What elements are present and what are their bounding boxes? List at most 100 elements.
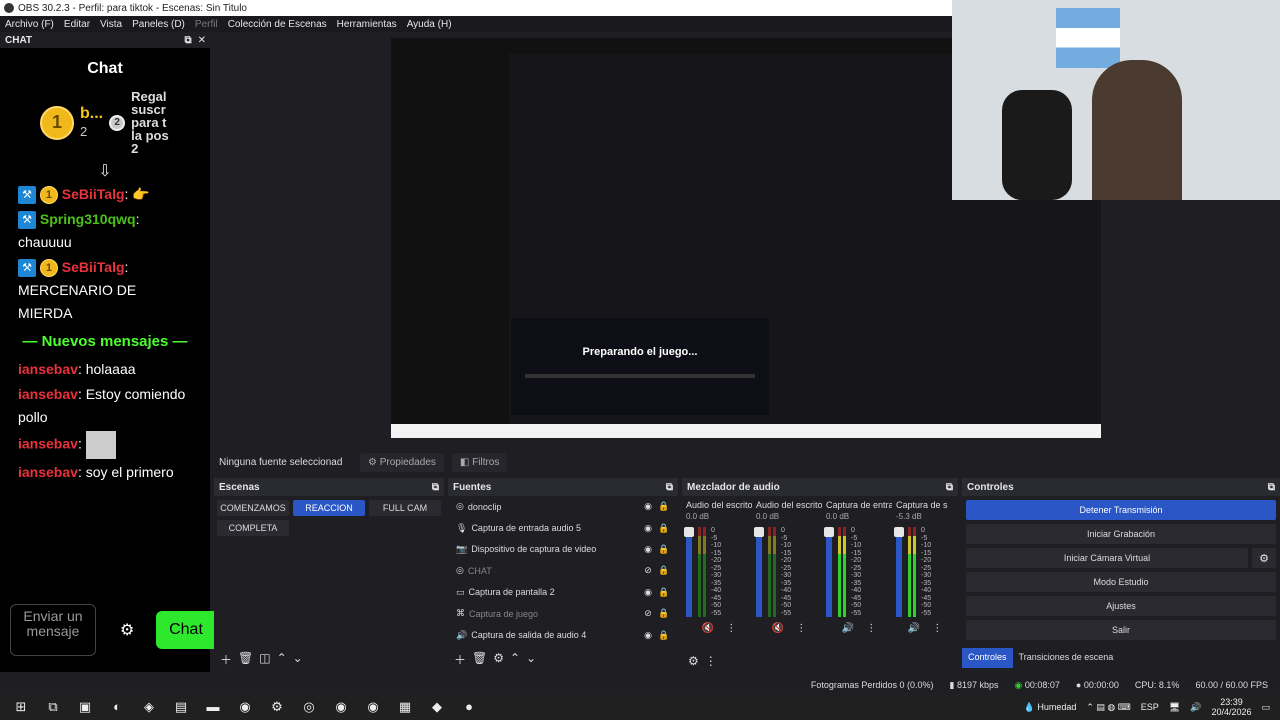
up-icon[interactable]: ⌃ xyxy=(277,651,287,668)
add-icon[interactable]: ＋ xyxy=(454,651,466,668)
hidden-icon[interactable]: ⊘ xyxy=(642,608,654,619)
scene-completa[interactable]: COMPLETA xyxy=(217,520,289,536)
trash-icon[interactable]: 🗑 xyxy=(238,651,253,668)
network-icon[interactable]: 🖥 xyxy=(1169,702,1180,713)
kebab-menu-icon[interactable]: ⋮ xyxy=(726,623,736,634)
collapse-chevron-icon[interactable]: ⇩ xyxy=(0,161,210,181)
source-item[interactable]: 🔊 Captura de salida de audio 4 ◉ 🔒 xyxy=(448,624,678,645)
chrome-icon[interactable]: ◉ xyxy=(332,699,350,715)
lock-icon[interactable]: 🔒 xyxy=(658,587,670,598)
volume-slider[interactable] xyxy=(754,527,764,617)
scene-full-cam[interactable]: FULL CAM xyxy=(369,500,441,516)
steam-icon[interactable]: ◎ xyxy=(300,699,318,715)
volume-icon[interactable]: 🔊 xyxy=(1190,702,1201,713)
trash-icon[interactable]: 🗑 xyxy=(472,651,487,668)
kebab-menu-icon[interactable]: ⋮ xyxy=(866,623,876,634)
obs-icon[interactable]: ● xyxy=(460,699,478,715)
kebab-menu-icon[interactable]: ⋮ xyxy=(705,654,717,668)
weather-widget[interactable]: 💧 Humedad xyxy=(1024,702,1077,713)
visibility-icon[interactable]: ◉ xyxy=(642,587,654,598)
chat-send-button[interactable]: Chat xyxy=(156,611,216,649)
volume-slider[interactable] xyxy=(824,527,834,617)
undock-icon[interactable]: ⧉ xyxy=(946,482,953,493)
kebab-menu-icon[interactable]: ⋮ xyxy=(796,623,806,634)
kebab-menu-icon[interactable]: ⋮ xyxy=(932,623,942,634)
undock-icon[interactable]: ⧉ xyxy=(184,35,191,46)
up-icon[interactable]: ⌃ xyxy=(510,651,520,668)
menu-herramientas[interactable]: Herramientas xyxy=(332,19,402,30)
visibility-icon[interactable]: ◉ xyxy=(642,544,654,555)
tray-icons[interactable]: ⌃ ▤ ◍ ⌨ xyxy=(1086,702,1130,713)
close-icon[interactable]: ✕ xyxy=(198,35,206,46)
photos-icon[interactable]: ▤ xyxy=(172,699,190,715)
store-icon[interactable]: ▣ xyxy=(76,699,94,715)
edge-icon[interactable]: ◐ xyxy=(108,699,126,715)
visibility-icon[interactable]: ◉ xyxy=(642,523,654,534)
app-icon[interactable]: ◆ xyxy=(428,699,446,715)
visibility-icon[interactable]: ◉ xyxy=(642,501,654,512)
source-item[interactable]: 📷 Dispositivo de captura de video ◉ 🔒 xyxy=(448,539,678,560)
start-icon[interactable]: ⊞ xyxy=(12,699,30,715)
lock-icon[interactable]: 🔒 xyxy=(658,544,670,555)
muted-speaker-icon[interactable]: 🔇 xyxy=(772,623,784,634)
add-icon[interactable]: ＋ xyxy=(220,651,232,668)
notifications-icon[interactable]: ▭ xyxy=(1261,702,1270,713)
language[interactable]: ESP xyxy=(1141,702,1159,712)
scene-comenzamos[interactable]: COMENZAMOS xyxy=(217,500,289,516)
virtual-camera-gear-icon[interactable]: ⚙ xyxy=(1252,548,1276,568)
menu-ayuda[interactable]: Ayuda (H) xyxy=(402,19,457,30)
gear-icon[interactable]: ⚙ xyxy=(688,654,699,668)
start-recording-button[interactable]: Iniciar Grabación xyxy=(966,524,1276,544)
chat-settings-gear-icon[interactable]: ⚙ xyxy=(120,620,134,640)
chrome-icon[interactable]: ◉ xyxy=(364,699,382,715)
teams-icon[interactable]: ◈ xyxy=(140,699,158,715)
speaker-icon[interactable]: 🔊 xyxy=(842,623,854,634)
down-icon[interactable]: ⌄ xyxy=(293,651,303,668)
chat-input[interactable]: Enviar un mensaje xyxy=(10,604,96,656)
properties-button[interactable]: ⚙ Propiedades xyxy=(360,452,444,472)
exit-button[interactable]: Salir xyxy=(966,620,1276,640)
source-item[interactable]: ⌘ Captura de juego ⊘ 🔒 xyxy=(448,603,678,624)
task-view-icon[interactable]: ⧉ xyxy=(44,699,62,715)
speaker-icon[interactable]: 🔊 xyxy=(908,623,920,634)
filter-icon[interactable]: ◫ xyxy=(259,651,270,668)
calculator-icon[interactable]: ▦ xyxy=(396,699,414,715)
settings-button[interactable]: Ajustes xyxy=(966,596,1276,616)
gear-icon[interactable]: ⚙ xyxy=(493,651,504,668)
scene-reaccion[interactable]: REACCION xyxy=(293,500,365,516)
lock-icon[interactable]: 🔒 xyxy=(658,501,670,512)
undock-icon[interactable]: ⧉ xyxy=(666,482,673,493)
hidden-icon[interactable]: ⊘ xyxy=(642,565,654,576)
source-item[interactable]: ◎ CHAT ⊘ 🔒 xyxy=(448,560,678,581)
source-item[interactable]: ◎ donoclip ◉ 🔒 xyxy=(448,496,678,517)
menu-coleccion[interactable]: Colección de Escenas xyxy=(223,19,332,30)
lock-icon[interactable]: 🔒 xyxy=(658,565,670,576)
undock-icon[interactable]: ⧉ xyxy=(1268,482,1275,493)
clock[interactable]: 23:39 20/4/2026 xyxy=(1211,697,1251,717)
menu-editar[interactable]: Editar xyxy=(59,19,95,30)
tab-scene-transitions[interactable]: Transiciones de escena xyxy=(1013,648,1120,668)
lock-icon[interactable]: 🔒 xyxy=(658,630,670,641)
chrome-icon[interactable]: ◉ xyxy=(236,699,254,715)
tab-controls[interactable]: Controles xyxy=(962,648,1013,668)
menu-archivo[interactable]: Archivo (F) xyxy=(0,19,59,30)
stop-stream-button[interactable]: Detener Transmisión xyxy=(966,500,1276,520)
settings-icon[interactable]: ⚙ xyxy=(268,699,286,715)
source-item[interactable]: 🎙 Captura de entrada audio 5 ◉ 🔒 xyxy=(448,517,678,538)
muted-speaker-icon[interactable]: 🔇 xyxy=(702,623,714,634)
menu-perfil[interactable]: Perfil xyxy=(190,19,223,30)
volume-slider[interactable] xyxy=(894,527,904,617)
filters-button[interactable]: ◧ Filtros xyxy=(451,452,508,472)
lock-icon[interactable]: 🔒 xyxy=(658,523,670,534)
virtual-camera-button[interactable]: Iniciar Cámara Virtual xyxy=(966,548,1248,568)
menu-paneles[interactable]: Paneles (D) xyxy=(127,19,190,30)
menu-vista[interactable]: Vista xyxy=(95,19,127,30)
folder-icon[interactable]: ▬ xyxy=(204,699,222,715)
down-icon[interactable]: ⌄ xyxy=(526,651,536,668)
source-item[interactable]: ▭ Captura de pantalla 2 ◉ 🔒 xyxy=(448,582,678,603)
volume-slider[interactable] xyxy=(684,527,694,617)
lock-icon[interactable]: 🔒 xyxy=(658,608,670,619)
studio-mode-button[interactable]: Modo Estudio xyxy=(966,572,1276,592)
undock-icon[interactable]: ⧉ xyxy=(432,482,439,493)
visibility-icon[interactable]: ◉ xyxy=(642,630,654,641)
